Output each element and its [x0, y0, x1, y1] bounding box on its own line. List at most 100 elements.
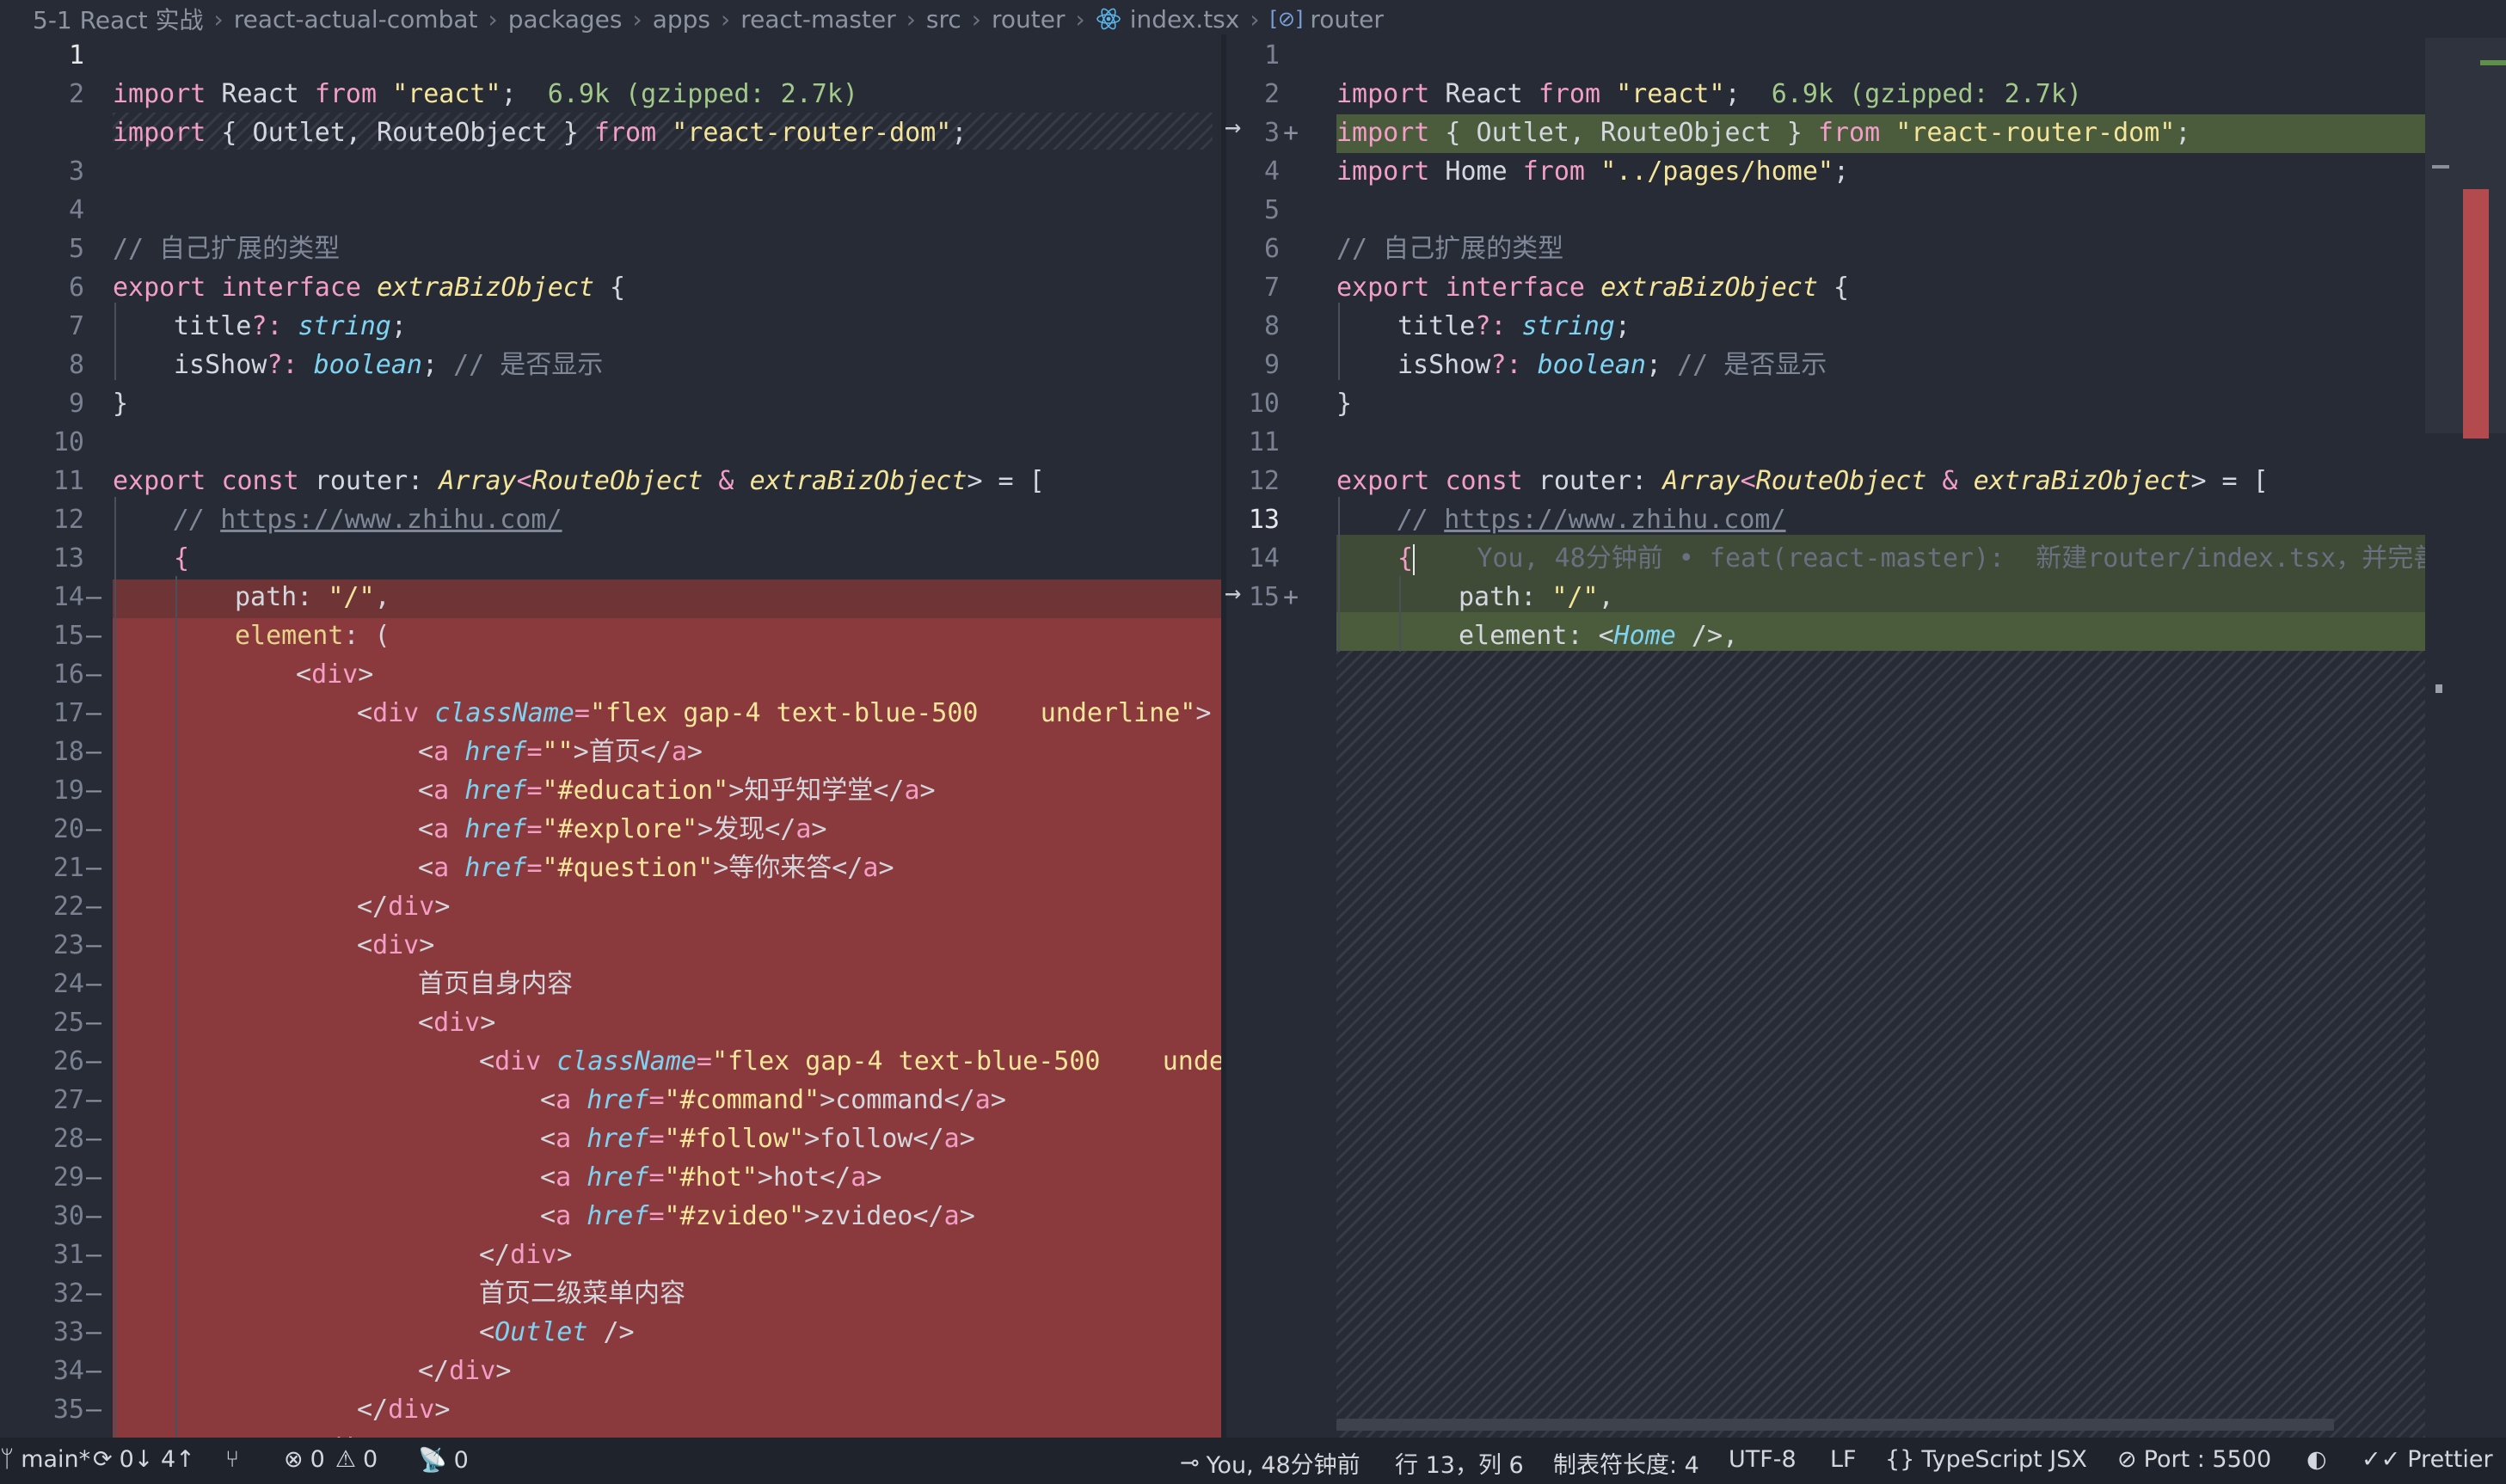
token-property: element	[1459, 621, 1568, 651]
code-line: title?: string;	[1226, 268, 2484, 341]
token-keyword: from	[593, 118, 657, 148]
code-line: }	[1226, 346, 2484, 419]
breadcrumb-item[interactable]: apps	[653, 5, 710, 34]
git-branch-icon: ᛘ	[0, 1446, 15, 1473]
breadcrumb-item[interactable]: router	[992, 5, 1066, 34]
token-punct: ;	[1833, 156, 1850, 187]
variable-symbol-icon: [⊘]	[1269, 7, 1304, 31]
cursor-position[interactable]: 行 13，列 6	[1395, 1446, 1524, 1480]
cursor-position-text: 行 13，列 6	[1395, 1452, 1524, 1479]
minimap[interactable]	[2425, 34, 2506, 1438]
encoding-status[interactable]: UTF-8	[1729, 1446, 1797, 1473]
code-line: <a href="#hot">hot</a>	[0, 1119, 1221, 1193]
eol-status[interactable]: LF	[1830, 1446, 1857, 1473]
code-line: <div>	[0, 887, 1221, 960]
broadcast-icon: 📡	[418, 1447, 447, 1474]
code-line: <div>	[0, 965, 1221, 1038]
code-line: isShow?: boolean; // 是否显示	[0, 307, 1221, 380]
token-punct: ,	[1723, 621, 1739, 651]
code-line: </div>	[0, 849, 1221, 922]
encoding-text: UTF-8	[1729, 1446, 1797, 1473]
code-line: }	[0, 346, 1221, 419]
breadcrumb-item[interactable]: react-actual-combat	[234, 5, 478, 34]
token-identifier: { Outlet, RouteObject }	[206, 118, 594, 148]
minimap-cursor-mark	[2432, 165, 2449, 169]
code-line: // https://www.zhihu.com/	[1226, 462, 2484, 535]
ports-status[interactable]: 📡 0	[418, 1446, 469, 1475]
blame-status[interactable]: ⊸ You, 48分钟前	[1180, 1446, 1360, 1480]
code-line: <div className="flex gap-4 text-blue-500…	[0, 655, 1221, 728]
horizontal-scrollbar[interactable]	[1336, 1419, 2334, 1431]
code-line-current[interactable]: { You, 48分钟前 • feat(react-master): 新建rou…	[1226, 500, 2484, 575]
code-line: <a href="#question">等你来答</a>	[0, 810, 1221, 883]
code-line: {	[0, 500, 1221, 573]
code-line: export interface extraBizObject {	[1226, 230, 2484, 303]
code-line: // https://www.zhihu.com/	[0, 462, 1221, 535]
error-icon: ⊗	[284, 1446, 304, 1473]
token-string: "../pages/home"	[1600, 156, 1833, 187]
token-keyword: from	[1522, 156, 1585, 187]
code-line: 首页二级菜单内容	[0, 1236, 1221, 1309]
react-file-icon	[1096, 8, 1121, 30]
language-status[interactable]: {} TypeScript JSX	[1885, 1446, 2087, 1473]
code-line: </div>	[0, 1313, 1221, 1386]
original-editor-pane[interactable]: 1 2 3 4 5 6 7 8 9 10 11 12 13 14—15—16—17—18—19—20—21…	[0, 34, 1221, 1438]
chevron-right-icon: ›	[971, 4, 981, 34]
sync-icon: ⟳	[93, 1446, 113, 1473]
branch-status[interactable]: ᛘ main*	[0, 1446, 90, 1473]
prettier-text: Prettier	[2407, 1446, 2493, 1473]
sync-status[interactable]: ⟳ 0↓ 4↑	[93, 1446, 195, 1473]
blame-text: You, 48分钟前	[1206, 1452, 1360, 1479]
warning-icon: ⚠	[335, 1446, 357, 1473]
sync-counts: 0↓ 4↑	[119, 1446, 195, 1473]
error-count: 0	[310, 1446, 325, 1473]
chevron-right-icon: ›	[1250, 4, 1260, 34]
code-line: </div>	[0, 1390, 1221, 1438]
token-punct: :	[1567, 621, 1599, 651]
prettier-status[interactable]: ✓✓ Prettier	[2362, 1446, 2493, 1473]
code-line: <a href="#explore">发现</a>	[0, 771, 1221, 844]
token-component: Home	[1613, 621, 1676, 651]
code-line: element: (	[0, 578, 1221, 651]
git-commit-icon: ⊸	[1180, 1450, 1200, 1476]
source-control-graph[interactable]: ⑂	[225, 1446, 246, 1473]
chevron-right-icon: ›	[213, 4, 224, 34]
problems-status[interactable]: ⊗ 0 ⚠ 0	[284, 1446, 378, 1473]
code-line: </div>	[0, 1197, 1221, 1270]
code-line: path: "/",	[0, 539, 1221, 612]
breadcrumb-item[interactable]: 5-1 React 实战	[33, 2, 204, 34]
code-line: // 自己扩展的类型	[1226, 191, 2484, 264]
token-keyword: import	[1336, 156, 1430, 187]
branch-name: main*	[21, 1446, 91, 1473]
indentation-status[interactable]: 制表符长度: 4	[1553, 1446, 1699, 1480]
code-line: path: "/",	[1226, 539, 2484, 612]
breadcrumb-file[interactable]: index.tsx	[1130, 5, 1240, 34]
chevron-right-icon: ›	[632, 4, 642, 34]
code-line: export const router: Array<RouteObject &…	[0, 423, 1221, 496]
token-punct: <	[1598, 621, 1614, 651]
line-number-row: 9	[0, 384, 1221, 423]
live-server-status[interactable]: ⊘ Port : 5500	[2117, 1446, 2271, 1473]
code-line: <a href="#follow">follow</a>	[0, 1081, 1221, 1154]
code-line: isShow?: boolean; // 是否显示	[1226, 307, 2484, 380]
ports-count: 0	[453, 1446, 469, 1474]
modified-editor-pane[interactable]: 1 2 3 +4 5 6 7 8 9 10 11 12 13 14 15 + import React fro…	[1226, 34, 2484, 1438]
token-string: "react-router-dom"	[672, 118, 952, 148]
code-line: <a href="#zvideo">zvideo</a>	[0, 1158, 1221, 1231]
status-bar: ᛘ main* ⟳ 0↓ 4↑ ⑂ ⊗ 0 ⚠ 0 📡 0 ⊸ You, 48分钟前 行 13…	[0, 1438, 2506, 1484]
copilot-status[interactable]: ◐	[2306, 1446, 2334, 1473]
minimap-marker	[2435, 684, 2442, 693]
code-line: export interface extraBizObject {	[0, 230, 1221, 303]
breadcrumb-item[interactable]: react-master	[740, 5, 896, 34]
double-check-icon: ✓✓	[2362, 1446, 2401, 1473]
chevron-right-icon: ›	[906, 4, 916, 34]
breadcrumb-item[interactable]: src	[926, 5, 961, 34]
code-line: import Home from "../pages/home";	[1226, 113, 2484, 187]
language-text: TypeScript JSX	[1921, 1446, 2087, 1473]
breadcrumb-item[interactable]: packages	[508, 5, 623, 34]
minimap-deleted-mark	[2463, 189, 2489, 438]
token-punct: }	[113, 389, 129, 419]
code-line: import React from "react"; 6.9k (gzipped…	[1226, 36, 2484, 109]
breadcrumb-symbol[interactable]: router	[1310, 5, 1384, 34]
